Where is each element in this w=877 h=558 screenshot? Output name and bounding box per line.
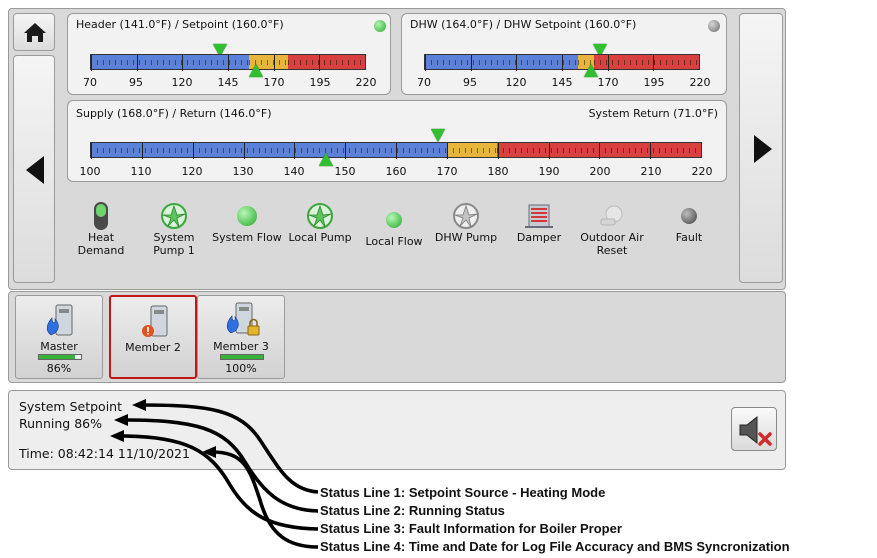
annotation-status-line-2: Status Line 2: Running Status <box>320 503 505 518</box>
annotation-status-line-4: Status Line 4: Time and Date for Log Fil… <box>320 539 790 554</box>
annotation-status-line-3: Status Line 3: Fault Information for Boi… <box>320 521 622 536</box>
annotation-status-line-1: Status Line 1: Setpoint Source - Heating… <box>320 485 606 500</box>
callout-arrows <box>110 399 319 549</box>
